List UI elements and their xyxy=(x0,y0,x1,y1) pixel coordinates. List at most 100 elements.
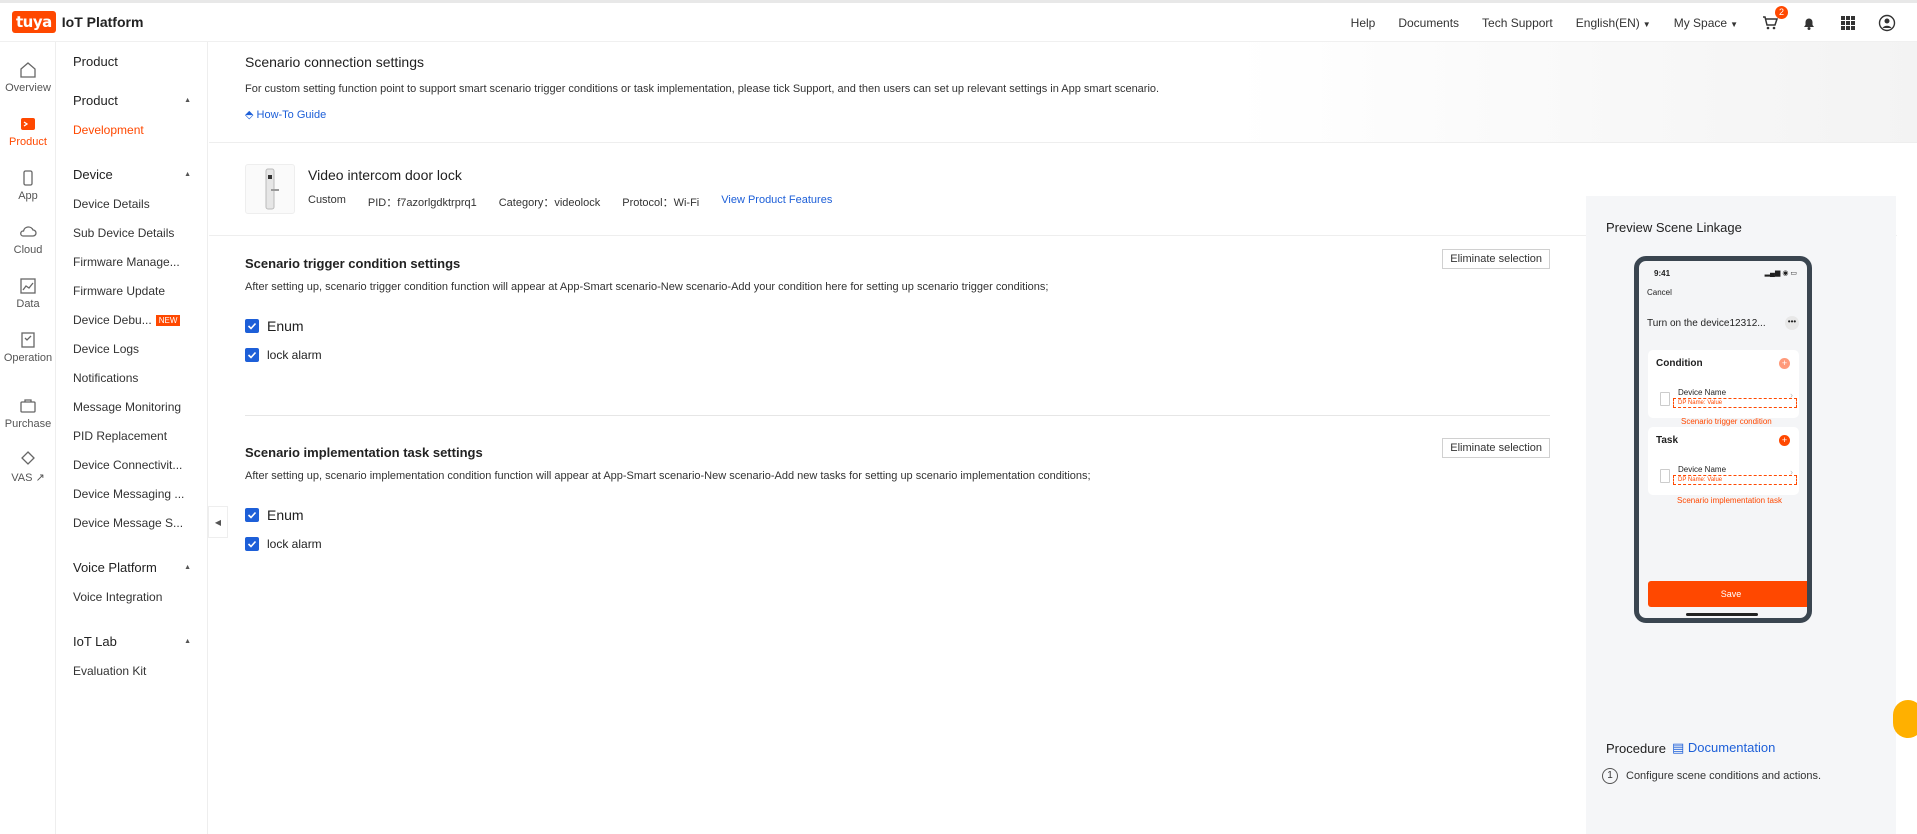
user-avatar-icon[interactable] xyxy=(1878,14,1896,32)
rail-label: Overview xyxy=(5,81,51,94)
apps-grid-icon[interactable] xyxy=(1839,14,1857,32)
menu-item-notifications[interactable]: Notifications xyxy=(57,364,207,393)
task-title: Task xyxy=(1656,435,1679,446)
how-to-guide-link[interactable]: ⬘ How-To Guide xyxy=(245,108,326,121)
product-image xyxy=(245,164,295,214)
cart-icon[interactable]: 2 xyxy=(1761,5,1788,32)
menu-item-message-monitoring[interactable]: Message Monitoring xyxy=(57,393,207,422)
device-icon xyxy=(1660,392,1670,406)
task-settings: Scenario implementation task settings Af… xyxy=(245,438,1550,551)
phone-condition-card: Condition + Device Name DP Name: Value › xyxy=(1648,350,1799,418)
new-badge: NEW xyxy=(155,315,181,327)
menu-item-label: Device Debu... xyxy=(73,313,152,327)
bell-icon[interactable] xyxy=(1800,14,1818,32)
checkbox-label: Enum xyxy=(267,318,304,334)
checkbox-checked[interactable] xyxy=(245,348,259,362)
rail-vas[interactable]: VAS ↗ xyxy=(0,440,56,494)
how-to-guide-label: How-To Guide xyxy=(256,109,327,121)
menu-item-sub-device-details[interactable]: Sub Device Details xyxy=(57,219,207,248)
menu-item-firmware-management[interactable]: Firmware Manage... xyxy=(57,248,207,277)
procedure-step: 1 Configure scene conditions and actions… xyxy=(1602,768,1821,784)
more-icon: ••• xyxy=(1785,316,1799,330)
rail-label: Purchase xyxy=(4,417,52,430)
device-name: Device Name xyxy=(1678,465,1727,474)
phone-cancel: Cancel xyxy=(1647,288,1672,297)
rail-label: Operation xyxy=(3,351,53,364)
menu-item-device-messaging[interactable]: Device Messaging ... xyxy=(57,480,207,509)
menu-group-product[interactable]: Product ▲ xyxy=(57,83,207,116)
add-icon: + xyxy=(1779,435,1790,446)
procedure-title: Procedure xyxy=(1606,740,1666,756)
menu-item-device-connectivity[interactable]: Device Connectivit... xyxy=(57,451,207,480)
task-section-title: Scenario implementation task settings xyxy=(245,445,483,460)
rail-data[interactable]: Data xyxy=(0,266,56,320)
space-dropdown[interactable]: My Space ▼ xyxy=(1674,16,1738,30)
phone-home-indicator xyxy=(1686,613,1758,616)
view-product-features-link[interactable]: View Product Features xyxy=(721,194,832,210)
logo[interactable]: tuya IoT Platform xyxy=(12,11,143,33)
rail-purchase[interactable]: Purchase xyxy=(0,386,56,440)
menu-item-pid-replacement[interactable]: PID Replacement xyxy=(57,422,207,451)
phone-task-card: Task + Device Name DP Name: Value › xyxy=(1648,427,1799,495)
platform-title: IoT Platform xyxy=(61,14,144,30)
assistant-mascot-icon[interactable] xyxy=(1893,700,1917,738)
checkbox-checked[interactable] xyxy=(245,508,259,522)
menu-item-device-logs[interactable]: Device Logs xyxy=(57,335,207,364)
language-dropdown[interactable]: English(EN) ▼ xyxy=(1576,16,1651,30)
rail-label: VAS ↗ xyxy=(11,472,45,484)
menu-item-voice-integration[interactable]: Voice Integration xyxy=(57,583,207,612)
side-menu-head: Product xyxy=(73,54,118,69)
rail-overview[interactable]: Overview xyxy=(0,50,56,104)
chevron-right-icon: › xyxy=(1790,467,1793,477)
menu-item-device-details[interactable]: Device Details xyxy=(57,190,207,219)
menu-group-iot-lab[interactable]: IoT Lab ▲ xyxy=(57,624,207,657)
nav-tech-support[interactable]: Tech Support xyxy=(1482,16,1553,30)
checkbox-checked[interactable] xyxy=(245,319,259,333)
rail-label: Product xyxy=(9,135,47,148)
menu-group-label: Voice Platform xyxy=(73,560,157,575)
rail-cloud[interactable]: Cloud xyxy=(0,212,56,266)
home-icon xyxy=(20,61,36,78)
step-number: 1 xyxy=(1602,768,1618,784)
trigger-enum-group[interactable]: Enum xyxy=(245,318,1550,334)
rail-operation[interactable]: Operation xyxy=(0,320,56,374)
task-enum-group[interactable]: Enum xyxy=(245,507,1550,523)
hero-banner: Scenario connection settings For custom … xyxy=(209,42,1917,143)
task-lock-alarm[interactable]: lock alarm xyxy=(245,537,1550,551)
page-title: Scenario connection settings xyxy=(245,54,424,70)
product-icon xyxy=(21,117,35,130)
caret-down-icon: ▼ xyxy=(1730,19,1738,29)
chevron-right-icon: › xyxy=(1790,390,1793,400)
trigger-section-title: Scenario trigger condition settings xyxy=(245,256,461,271)
app-icon xyxy=(23,169,33,186)
menu-group-device[interactable]: Device ▲ xyxy=(57,157,207,190)
documentation-link[interactable]: ▤ Documentation xyxy=(1672,740,1775,756)
caret-up-icon: ▲ xyxy=(184,171,191,178)
nav-documents[interactable]: Documents xyxy=(1398,16,1459,30)
menu-item-development[interactable]: Development xyxy=(57,116,207,145)
product-category: Category：videolock xyxy=(498,197,601,209)
rail-label: Cloud xyxy=(13,243,43,256)
language-label: English(EN) xyxy=(1575,15,1640,30)
dp-box: DP Name: Value xyxy=(1673,475,1797,485)
task-eliminate-selection-button[interactable]: Eliminate selection xyxy=(1442,438,1550,458)
preview-panel: Preview Scene Linkage 9:41 ▂▄▆ ◉ ▭ Cance… xyxy=(1586,196,1896,834)
checkbox-checked[interactable] xyxy=(245,537,259,551)
condition-title: Condition xyxy=(1656,358,1703,369)
rail-app[interactable]: App xyxy=(0,158,56,212)
task-annotation: Scenario implementation task xyxy=(1677,496,1782,505)
trigger-eliminate-selection-button[interactable]: Eliminate selection xyxy=(1442,249,1550,269)
rail-product[interactable]: Product xyxy=(0,104,56,158)
cloud-icon xyxy=(20,225,37,237)
menu-group-voice-platform[interactable]: Voice Platform ▲ xyxy=(57,550,207,583)
menu-item-evaluation-kit[interactable]: Evaluation Kit xyxy=(57,657,207,686)
menu-item-firmware-update[interactable]: Firmware Update xyxy=(57,277,207,306)
trigger-lock-alarm[interactable]: lock alarm xyxy=(245,348,1550,362)
caret-down-icon: ▼ xyxy=(1642,19,1651,29)
product-protocol: Protocol：Wi-Fi xyxy=(622,197,700,209)
top-bar: tuya IoT Platform Help Documents Tech Su… xyxy=(0,0,1917,42)
nav-help[interactable]: Help xyxy=(1351,16,1376,30)
menu-item-device-debugging[interactable]: Device Debu... NEW xyxy=(57,306,207,335)
trigger-annotation: Scenario trigger condition xyxy=(1681,417,1772,426)
menu-item-device-message-s[interactable]: Device Message S... xyxy=(57,509,207,538)
